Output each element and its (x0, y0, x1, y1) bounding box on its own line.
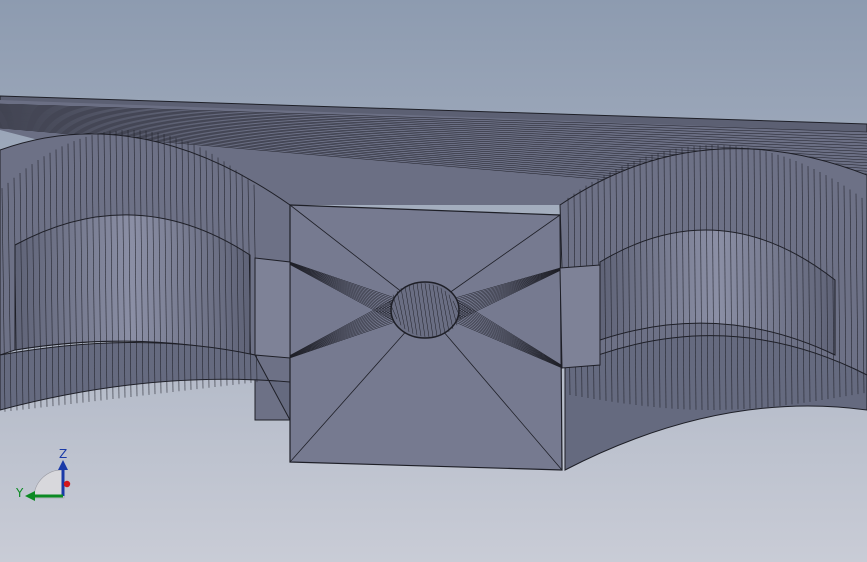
triad-z-label: Z (59, 447, 68, 461)
mesh-model-view[interactable] (0, 0, 867, 562)
triad-y-label: Y (16, 486, 24, 500)
center-block-right-wing (559, 264, 601, 369)
left-boss-inner (14, 214, 251, 356)
cad-graphics-viewport[interactable]: Z Y (0, 0, 867, 562)
center-block-left-wing (254, 257, 291, 359)
triad-x-axis (63, 480, 71, 488)
